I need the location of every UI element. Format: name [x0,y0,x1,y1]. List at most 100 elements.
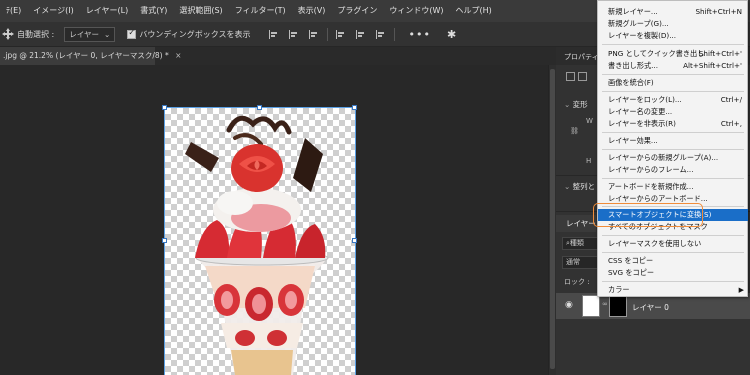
menu-separator [602,178,744,179]
menu-item-label: カラー [608,285,630,294]
menu-separator [602,252,744,253]
menu-separator [602,91,744,92]
close-icon[interactable]: × [175,51,181,60]
layer-mask-thumbnail[interactable] [609,295,627,317]
menu-filter[interactable]: フィルター(T) [229,0,292,22]
menu-item-label: 画像を統合(F) [608,78,654,87]
menu-separator [602,74,744,75]
auto-select-label: 自動選択 : [17,29,55,39]
menu-item-shortcut: Shift+Ctrl+N [695,7,742,16]
menu-item-shortcut: Ctrl+, [720,119,742,128]
layer-thumbnail[interactable] [582,295,600,317]
align-top-icon[interactable] [335,29,346,39]
layer-filter-kind: 種類 [569,239,584,247]
document-tab-bar: .jpg @ 21.2% (レイヤー 0, レイヤーマスク/8) * × [0,47,556,65]
scrollbar-thumb[interactable] [550,69,555,369]
align-right-icon[interactable] [308,29,319,39]
auto-select-dropdown[interactable]: レイヤー ⌄ [64,26,116,42]
menu-view[interactable]: 表示(V) [292,0,332,22]
menu-item-label: PNG としてクイック書き出し [608,49,705,58]
bbox-checkbox[interactable] [127,28,137,39]
menu-item-flatten-image[interactable]: 画像を統合(F) [598,77,748,89]
align-left-icon[interactable] [268,29,279,39]
menu-item-hide-layers[interactable]: レイヤーを非表示(R) Ctrl+, [598,118,748,130]
context-menu: 新規レイヤー... Shift+Ctrl+N 新規グループ(G)... レイヤーを… [597,0,748,297]
canvas-scrollbar[interactable] [548,65,556,375]
menu-item-label: レイヤーをロック(L)... [608,95,682,104]
highlight-annotation [593,203,703,227]
menu-item-color[interactable]: カラー ▶ [598,284,748,296]
link-icon[interactable]: ∞ [602,300,608,308]
menu-item-label: レイヤーからのアートボード... [608,194,708,203]
lock-label: ロック : [564,278,590,286]
menu-item-export-as[interactable]: 書き出し形式... Alt+Shift+Ctrl+' [598,60,748,72]
menu-item-quick-export-png[interactable]: PNG としてクイック書き出し Shift+Ctrl+' [598,48,748,60]
menu-item-group-from-layers[interactable]: レイヤーからの新規グループ(A)... [598,152,748,164]
align-middle-icon[interactable] [355,29,366,39]
menu-image[interactable]: イメージ(I) [27,0,79,22]
parfait-image [185,115,329,375]
gear-icon[interactable]: ✱ [447,28,456,41]
bbox-label: バウンディングボックスを表示 [139,29,251,39]
menu-select[interactable]: 選択範囲(S) [173,0,228,22]
document-tab-title: .jpg @ 21.2% (レイヤー 0, レイヤーマスク/8) * [3,51,169,60]
link-icon[interactable]: ⛓ [570,127,579,135]
menu-item-new-artboard[interactable]: アートボードを新規作成... [598,181,748,193]
blend-mode-select[interactable]: 通常 [562,256,598,269]
menu-item-label: アートボードを新規作成... [608,182,694,191]
pixel-layer-icon[interactable] [566,72,575,81]
transform-handle[interactable] [257,105,262,110]
menu-plugins[interactable]: プラグイン [331,0,383,22]
layer-filter-search[interactable]: ⌕種類 [562,237,598,250]
menu-item-label: レイヤーからの新規グループ(A)... [608,153,719,162]
menu-help[interactable]: ヘルプ(H) [450,0,498,22]
transform-handle[interactable] [162,105,167,110]
menu-item-layer-effects[interactable]: レイヤー効果... [598,135,748,147]
more-options-button[interactable]: ••• [409,28,431,41]
chevron-right-icon: ▶ [738,286,744,294]
align-center-icon[interactable] [288,29,299,39]
menu-item-new-group[interactable]: 新規グループ(G)... [598,18,748,30]
menu-item-label: 新規グループ(G)... [608,19,669,28]
menu-item-duplicate-layer[interactable]: レイヤーを複製(D)... [598,30,748,42]
align-section-label[interactable]: 整列と [564,181,596,192]
transform-handle[interactable] [162,238,167,243]
properties-title: プロパティ [564,53,599,61]
menu-item-copy-svg[interactable]: SVG をコピー [598,267,748,279]
move-tool-icon[interactable] [2,28,14,40]
tab-layers[interactable]: レイヤー [556,215,596,232]
menu-item-new-layer[interactable]: 新規レイヤー... Shift+Ctrl+N [598,6,748,18]
menu-edit[interactable]: ﾃ(E) [0,0,27,22]
document-tab[interactable]: .jpg @ 21.2% (レイヤー 0, レイヤーマスク/8) * × [0,47,181,65]
menu-item-frame-from-layers[interactable]: レイヤーからのフレーム... [598,164,748,176]
transform-section-label[interactable]: 変形 [564,99,588,110]
eye-icon[interactable]: ◉ [565,300,573,310]
menu-item-label: レイヤーマスクを使用しない [608,239,702,248]
menu-window[interactable]: ウィンドウ(W) [383,0,449,22]
menu-separator [602,132,744,133]
menu-separator [602,44,744,45]
width-label: W [586,117,593,125]
menu-separator [602,235,744,236]
menu-type[interactable]: 書式(Y) [134,0,173,22]
chevron-down-icon: ⌄ [104,29,111,39]
menu-item-label: レイヤーからのフレーム... [608,165,694,174]
menu-layer[interactable]: レイヤー(L) [80,0,134,22]
layer-name[interactable]: レイヤー 0 [632,302,669,313]
menu-item-label: レイヤーを複製(D)... [608,31,677,40]
menu-item-copy-css[interactable]: CSS をコピー [598,255,748,267]
align-bottom-icon[interactable] [375,29,386,39]
menu-item-disable-layer-mask[interactable]: レイヤーマスクを使用しない [598,238,748,250]
menu-item-label: レイヤーを非表示(R) [608,119,676,128]
height-label: H [586,157,592,165]
transform-handle[interactable] [352,105,357,110]
align-vertical-buttons [335,29,386,39]
document-canvas[interactable] [162,105,357,375]
menu-item-shortcut: Ctrl+/ [720,95,742,104]
menu-item-rename-layer[interactable]: レイヤー名の変更... [598,106,748,118]
menu-item-lock-layers[interactable]: レイヤーをロック(L)... Ctrl+/ [598,94,748,106]
menu-separator [602,149,744,150]
transform-handle[interactable] [352,238,357,243]
menu-separator [602,281,744,282]
mask-icon[interactable] [578,72,587,81]
